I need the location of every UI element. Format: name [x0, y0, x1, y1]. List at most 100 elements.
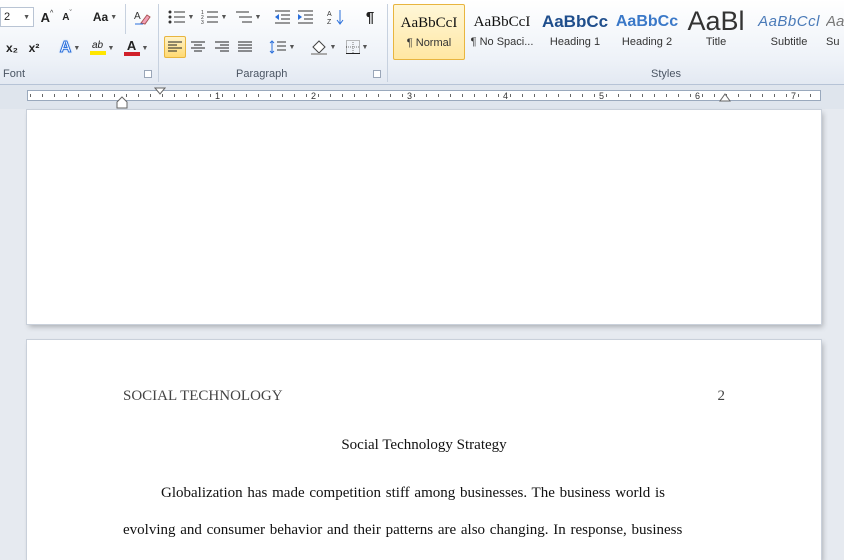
show-marks-button[interactable]: ¶ [360, 7, 380, 27]
ruler-tick [198, 94, 199, 97]
styles-group-label: Styles [651, 68, 681, 80]
ruler-tick [438, 94, 439, 97]
ruler-tick [414, 94, 415, 97]
superscript-button[interactable]: x² [25, 38, 43, 58]
style-heading-1[interactable]: AaBbCc Heading 1 [539, 4, 611, 60]
ruler-tick [522, 94, 523, 97]
subscript-button[interactable]: x₂ [3, 38, 21, 58]
ruler-tick [810, 94, 811, 97]
ruler-tick [78, 94, 79, 97]
font-size-box[interactable]: 2 ▼ [0, 7, 34, 27]
style-title[interactable]: AaBl Title [683, 4, 749, 60]
ruler-tick [54, 94, 55, 97]
ruler-tick [342, 94, 343, 97]
first-line-indent-marker[interactable] [154, 87, 166, 95]
ruler-number: 4 [503, 91, 509, 101]
clear-formatting-icon: A [134, 11, 151, 25]
ruler-tick [654, 94, 655, 97]
ruler-tick [402, 94, 403, 97]
ruler-tick [330, 94, 331, 97]
grow-font-button[interactable]: A ^ [38, 7, 56, 27]
bullets-button[interactable]: ▼ [166, 7, 196, 27]
ruler-tick [618, 94, 619, 97]
page-number[interactable]: 2 [718, 388, 726, 405]
ruler-tick [678, 94, 679, 97]
shading-button[interactable]: ▼ [308, 37, 338, 57]
style-subtle-emphasis[interactable]: Aa Su [826, 4, 844, 60]
align-right-icon [215, 41, 229, 52]
ruler-tick [798, 94, 799, 97]
multilevel-list-icon [235, 11, 252, 23]
style-heading-2[interactable]: AaBbCc Heading 2 [611, 4, 683, 60]
clear-formatting-button[interactable]: A [132, 7, 152, 27]
decrease-indent-button[interactable] [272, 7, 292, 27]
ruler-tick [114, 94, 115, 97]
line-spacing-button[interactable]: ▼ [267, 37, 297, 57]
align-center-button[interactable] [188, 37, 208, 57]
style-no-spacing[interactable]: AaBbCcI ¶ No Spaci... [466, 4, 538, 60]
ruler-tick [486, 94, 487, 97]
style-subtitle[interactable]: AaBbCcl Subtitle [753, 4, 825, 60]
text-effects-button[interactable]: A ▼ [57, 38, 83, 58]
paint-bucket-icon [310, 40, 327, 55]
ruler-number: 5 [599, 91, 605, 101]
ruler-tick [30, 94, 31, 97]
align-right-button[interactable] [212, 37, 232, 57]
divider [387, 4, 388, 82]
ruler-tick [378, 94, 379, 97]
ruler-tick [558, 94, 559, 97]
font-size-value: 2 [4, 11, 11, 23]
hanging-indent-marker[interactable] [116, 96, 128, 109]
bullet-list-icon [168, 10, 185, 24]
decrease-indent-icon [274, 10, 290, 24]
ruler-tick [630, 94, 631, 97]
paragraph-group-label: Paragraph [236, 68, 288, 80]
body-paragraph-line[interactable]: evolving and consumer behavior and their… [123, 522, 682, 539]
ruler-tick [270, 94, 271, 97]
ruler-number: 6 [695, 91, 701, 101]
ruler-tick [318, 94, 319, 97]
ruler-tick [294, 94, 295, 97]
ruler-tick [90, 94, 91, 97]
svg-text:A: A [327, 11, 332, 18]
ruler-tick [66, 94, 67, 97]
svg-text:Z: Z [327, 19, 332, 25]
caret-down-icon: ˇ [69, 9, 72, 17]
justify-button[interactable] [235, 37, 255, 57]
ruler-tick [186, 94, 187, 97]
multilevel-list-button[interactable]: ▼ [233, 7, 263, 27]
align-left-button[interactable] [164, 36, 186, 58]
style-normal[interactable]: AaBbCcI ¶ Normal [393, 4, 465, 60]
ruler-tick [738, 94, 739, 97]
borders-icon [345, 40, 360, 54]
ruler-tick [174, 94, 175, 97]
font-dialog-launcher[interactable] [144, 70, 152, 78]
shrink-font-button[interactable]: Aˇ [58, 7, 76, 27]
align-left-icon [168, 41, 182, 52]
document-title[interactable]: Social Technology Strategy [27, 437, 821, 454]
right-indent-marker[interactable] [719, 93, 731, 102]
body-paragraph-line[interactable]: Globalization has made competition stiff… [161, 485, 665, 502]
ruler-tick [534, 94, 535, 97]
ribbon: 2 ▼ A ^ Aˇ Aa ▼ A x₂ x² A ▼ ab ▼ A ▼ Font ▼ [0, 0, 844, 85]
running-header[interactable]: SOCIAL TECHNOLOGY [123, 388, 283, 405]
caret-up-icon: ^ [50, 9, 54, 17]
ruler-tick [258, 94, 259, 97]
font-color-button[interactable]: A ▼ [121, 38, 151, 58]
font-color-bar [123, 52, 140, 56]
paragraph-dialog-launcher[interactable] [373, 70, 381, 78]
ruler-tick [570, 94, 571, 97]
ruler-tick [462, 94, 463, 97]
borders-button[interactable]: ▼ [342, 37, 372, 57]
increase-indent-button[interactable] [295, 7, 315, 27]
ruler-tick [498, 94, 499, 97]
page-1[interactable] [27, 110, 821, 324]
highlight-button[interactable]: ab ▼ [87, 38, 117, 58]
sort-button[interactable]: AZ [326, 7, 346, 27]
ruler-tick [138, 94, 139, 97]
numbering-button[interactable]: 1 2 3 ▼ [199, 7, 229, 27]
page-2[interactable]: SOCIAL TECHNOLOGY 2 Social Technology St… [27, 340, 821, 560]
ruler-tick [546, 94, 547, 97]
change-case-button[interactable]: Aa ▼ [92, 7, 118, 27]
ruler-tick [222, 94, 223, 97]
